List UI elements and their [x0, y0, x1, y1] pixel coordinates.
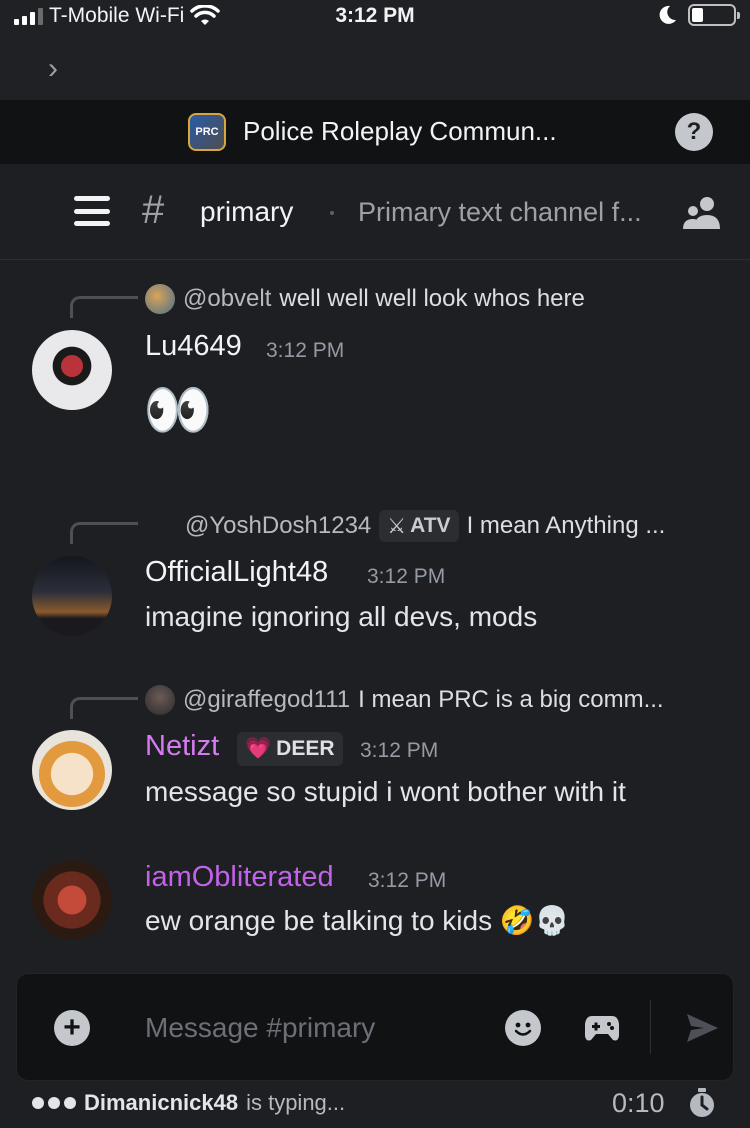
message-content: message so stupid i wont bother with it [145, 776, 626, 807]
message-content: ew orange be talking to kids 🤣💀 [145, 905, 570, 936]
reply-author: @giraffegod111 [183, 686, 351, 713]
menu-icon[interactable] [74, 196, 110, 226]
slowmode-timer: 0:10 [612, 1088, 665, 1118]
reply-connector [70, 522, 138, 544]
username[interactable]: Netizt [145, 730, 219, 763]
chevron-right-icon[interactable]: › [48, 52, 58, 86]
message-content: 👀 [143, 378, 213, 441]
reply-connector [70, 296, 138, 318]
avatar[interactable] [32, 556, 112, 636]
typing-dots-icon [32, 1097, 76, 1109]
reply-avatar [145, 685, 175, 715]
role-badge-label: ATV [410, 514, 451, 537]
reply-preview[interactable]: @YoshDosh1234 ⚔ ATV I mean Anything ... [185, 510, 665, 542]
role-badge: 💗 DEER [237, 732, 343, 766]
timestamp: 3:12 PM [360, 739, 439, 762]
avatar[interactable] [32, 330, 112, 410]
sword-icon: ⚔ [387, 514, 407, 538]
reply-connector [70, 697, 138, 719]
server-name[interactable]: Police Roleplay Commun... [243, 116, 557, 147]
channel-topic[interactable]: Primary text channel f... [358, 197, 642, 228]
top-nav: › [0, 36, 750, 100]
reply-avatar [145, 284, 175, 314]
timestamp: 3:12 PM [266, 339, 345, 362]
username[interactable]: OfficialLight48 [145, 556, 328, 589]
status-bar: T-Mobile Wi-Fi 3:12 PM [0, 0, 750, 36]
reply-text: I mean Anything ... [466, 512, 666, 539]
message-content: imagine ignoring all devs, mods [145, 601, 538, 632]
server-icon[interactable]: PRC [188, 113, 226, 151]
avatar[interactable] [32, 860, 112, 940]
smile-icon [514, 1022, 532, 1036]
typing-suffix: is typing... [246, 1090, 346, 1115]
typing-indicator: Dimanicnick48 is typing... [32, 1090, 345, 1116]
battery-icon [688, 4, 740, 26]
clock: 3:12 PM [335, 4, 415, 27]
username[interactable]: Lu4649 [145, 330, 242, 363]
channel-name[interactable]: primary [200, 196, 293, 228]
moon-icon [659, 5, 676, 24]
help-icon[interactable]: ? [675, 113, 713, 151]
timestamp: 3:12 PM [368, 869, 447, 892]
reply-author: @obvelt [183, 285, 272, 312]
plus-icon[interactable]: + [54, 1010, 90, 1046]
send-icon[interactable] [684, 1010, 720, 1046]
typing-user: Dimanicnick48 [84, 1090, 239, 1115]
role-badge-label: DEER [276, 737, 335, 760]
reply-author: @YoshDosh1234 [185, 512, 372, 539]
hash-icon: # [142, 188, 165, 232]
status-right [656, 4, 740, 26]
gamepad-icon[interactable] [584, 1012, 620, 1044]
reply-text: well well well look whos here [279, 285, 585, 312]
reply-preview[interactable]: @giraffegod111 I mean PRC is a big comm.… [145, 685, 664, 715]
heart-icon: 💗 [245, 737, 272, 760]
stopwatch-icon [690, 1088, 714, 1117]
message-input[interactable] [145, 1008, 475, 1048]
timestamp: 3:12 PM [367, 565, 446, 588]
reply-text: I mean PRC is a big comm... [358, 686, 664, 713]
reply-preview[interactable]: @obvelt well well well look whos here [145, 284, 585, 314]
username[interactable]: iamObliterated [145, 861, 334, 894]
divider [650, 1000, 651, 1054]
emoji-icon[interactable] [505, 1010, 541, 1046]
members-icon[interactable] [682, 195, 722, 231]
avatar[interactable] [32, 730, 112, 810]
separator-dot [330, 211, 334, 215]
role-badge: ⚔ ATV [379, 510, 459, 542]
